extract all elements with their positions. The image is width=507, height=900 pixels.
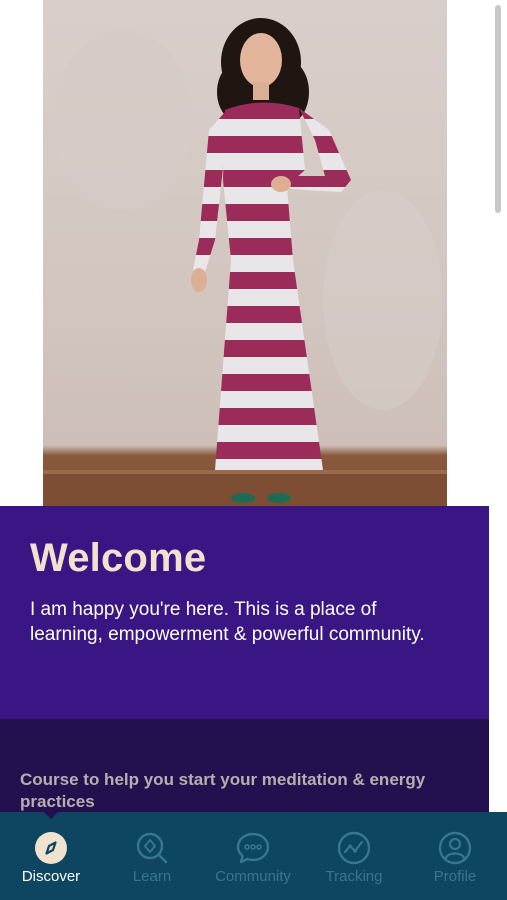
welcome-title: Welcome <box>30 536 207 580</box>
tracking-graph-icon <box>337 831 371 865</box>
nav-label-profile: Profile <box>433 868 477 885</box>
nav-tab-learn[interactable]: Learn <box>102 812 202 900</box>
nav-label-discover: Discover <box>21 868 81 885</box>
learn-search-icon <box>136 832 168 864</box>
nav-tab-community[interactable]: Community <box>203 812 303 900</box>
woman-striped-dress-illustration <box>43 18 447 506</box>
course-title: Course to help you start your meditation… <box>20 770 426 811</box>
compass-icon <box>35 832 67 864</box>
welcome-section: Welcome I am happy you're here. This is … <box>0 506 489 719</box>
nav-tab-tracking[interactable]: Tracking <box>304 812 404 900</box>
nav-tab-profile[interactable]: Profile <box>405 812 505 900</box>
hero-photo <box>43 0 447 506</box>
welcome-description: I am happy you're here. This is a place … <box>30 599 425 645</box>
course-card[interactable]: Course to help you start your meditation… <box>0 719 489 813</box>
nav-label-learn: Learn <box>132 868 172 885</box>
scrollbar-thumb[interactable] <box>495 5 501 213</box>
nav-tab-discover[interactable]: Discover <box>1 812 101 900</box>
chat-bubble-icon <box>236 832 270 864</box>
bottom-navigation: Discover Learn Community Tracking Profil… <box>0 812 507 900</box>
nav-label-tracking: Tracking <box>325 868 383 885</box>
profile-icon <box>438 831 472 865</box>
nav-label-community: Community <box>215 868 291 885</box>
